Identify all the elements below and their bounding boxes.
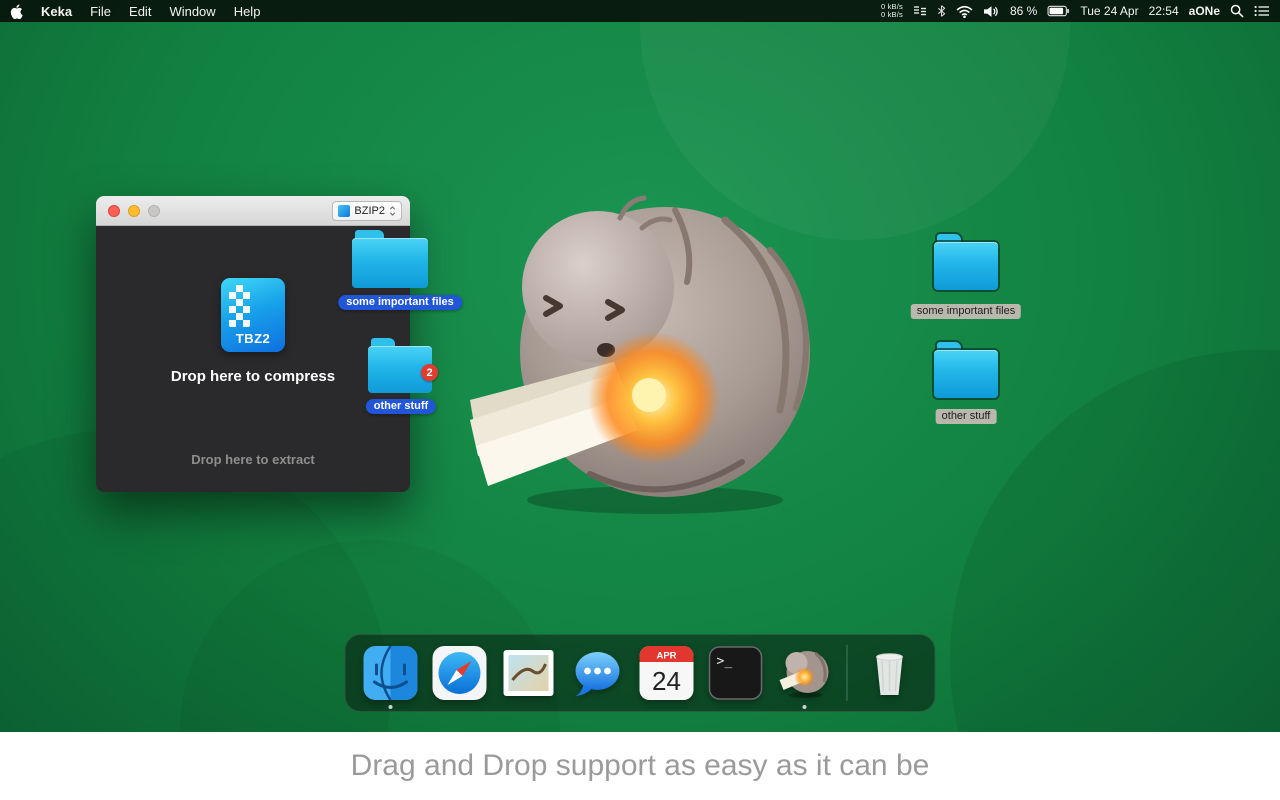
caption-text: Drag and Drop support as easy as it can … [350,749,930,782]
dock-separator [846,645,848,701]
dock-keka-icon[interactable] [778,646,832,709]
desktop-folder-other-stuff[interactable] [934,342,998,398]
desktop: Keka File Edit Window Help 0 kB/s 0 kB/s [0,0,1280,800]
spotlight-search-icon[interactable] [1230,4,1244,18]
menu-file[interactable]: File [90,4,111,19]
format-dropdown[interactable]: BZIP2 [332,201,402,221]
menu-bar: Keka File Edit Window Help 0 kB/s 0 kB/s [0,0,1280,22]
dock-terminal-icon[interactable]: >_ [708,646,763,700]
apple-logo-icon[interactable] [10,3,23,19]
terminal-prompt-glyph: >_ [717,654,733,669]
wifi-icon[interactable] [956,5,973,18]
folder-body [934,241,998,290]
battery-icon[interactable] [1047,5,1070,17]
net-down-label: 0 kB/s [880,10,903,19]
drop-compress-zone[interactable]: Drop here to compress [96,368,410,385]
desktop-folder-important-files[interactable] [934,234,998,290]
menu-help[interactable]: Help [234,4,261,19]
network-bars-icon[interactable] [913,5,927,18]
dock-trash-icon[interactable] [863,646,917,700]
menubar-clock[interactable]: 22:54 [1149,4,1179,18]
dragged-folder-important-files[interactable] [352,230,428,288]
minimize-button[interactable] [128,205,140,217]
menubar-user[interactable]: aONe [1189,4,1220,18]
running-indicator [388,705,393,709]
dock: APR 24 >_ [344,634,936,712]
dragged-folder-label: other stuff [365,399,437,414]
desktop-folder-label: other stuff [935,409,997,424]
dragged-folder-other-stuff[interactable]: 2 [368,338,438,393]
battery-percent-label: 86 % [1009,4,1038,18]
running-indicator [802,705,807,709]
format-file-icon [338,205,351,217]
calendar-month-label: APR [656,651,676,662]
dock-messages-icon[interactable] [571,646,625,700]
keka-mascot-illustration [470,195,810,514]
menubar-app-name[interactable]: Keka [41,4,72,19]
menu-window[interactable]: Window [169,4,215,19]
dragged-folder-label: some important files [338,295,462,310]
desktop-folder-label: some important files [910,304,1022,319]
dock-finder-icon[interactable] [363,646,418,709]
zoom-button-disabled [148,205,160,217]
item-count-badge: 2 [421,364,438,381]
caption-bar: Drag and Drop support as easy as it can … [0,732,1280,800]
dock-mail-icon[interactable] [502,646,556,700]
notification-center-icon[interactable] [1254,5,1270,17]
tbz2-file-label: TBZ2 [235,331,271,346]
calendar-day-label: 24 [652,666,681,696]
dock-safari-icon[interactable] [432,646,487,700]
close-button[interactable] [108,205,120,217]
bluetooth-icon[interactable] [937,4,946,18]
network-speed-readout[interactable]: 0 kB/s 0 kB/s [881,3,903,19]
folder-body [934,349,998,398]
tbz2-file-icon: TBZ2 [221,278,285,352]
window-titlebar[interactable]: BZIP2 [96,196,410,226]
format-dropdown-value: BZIP2 [354,205,385,217]
dock-calendar-icon[interactable]: APR 24 [639,646,694,700]
menu-edit[interactable]: Edit [129,4,151,19]
volume-icon[interactable] [983,5,1000,18]
chevron-up-down-icon [389,206,396,216]
drop-extract-zone[interactable]: Drop here to extract [96,452,410,467]
folder-body [352,238,428,288]
menubar-date[interactable]: Tue 24 Apr [1080,4,1138,18]
